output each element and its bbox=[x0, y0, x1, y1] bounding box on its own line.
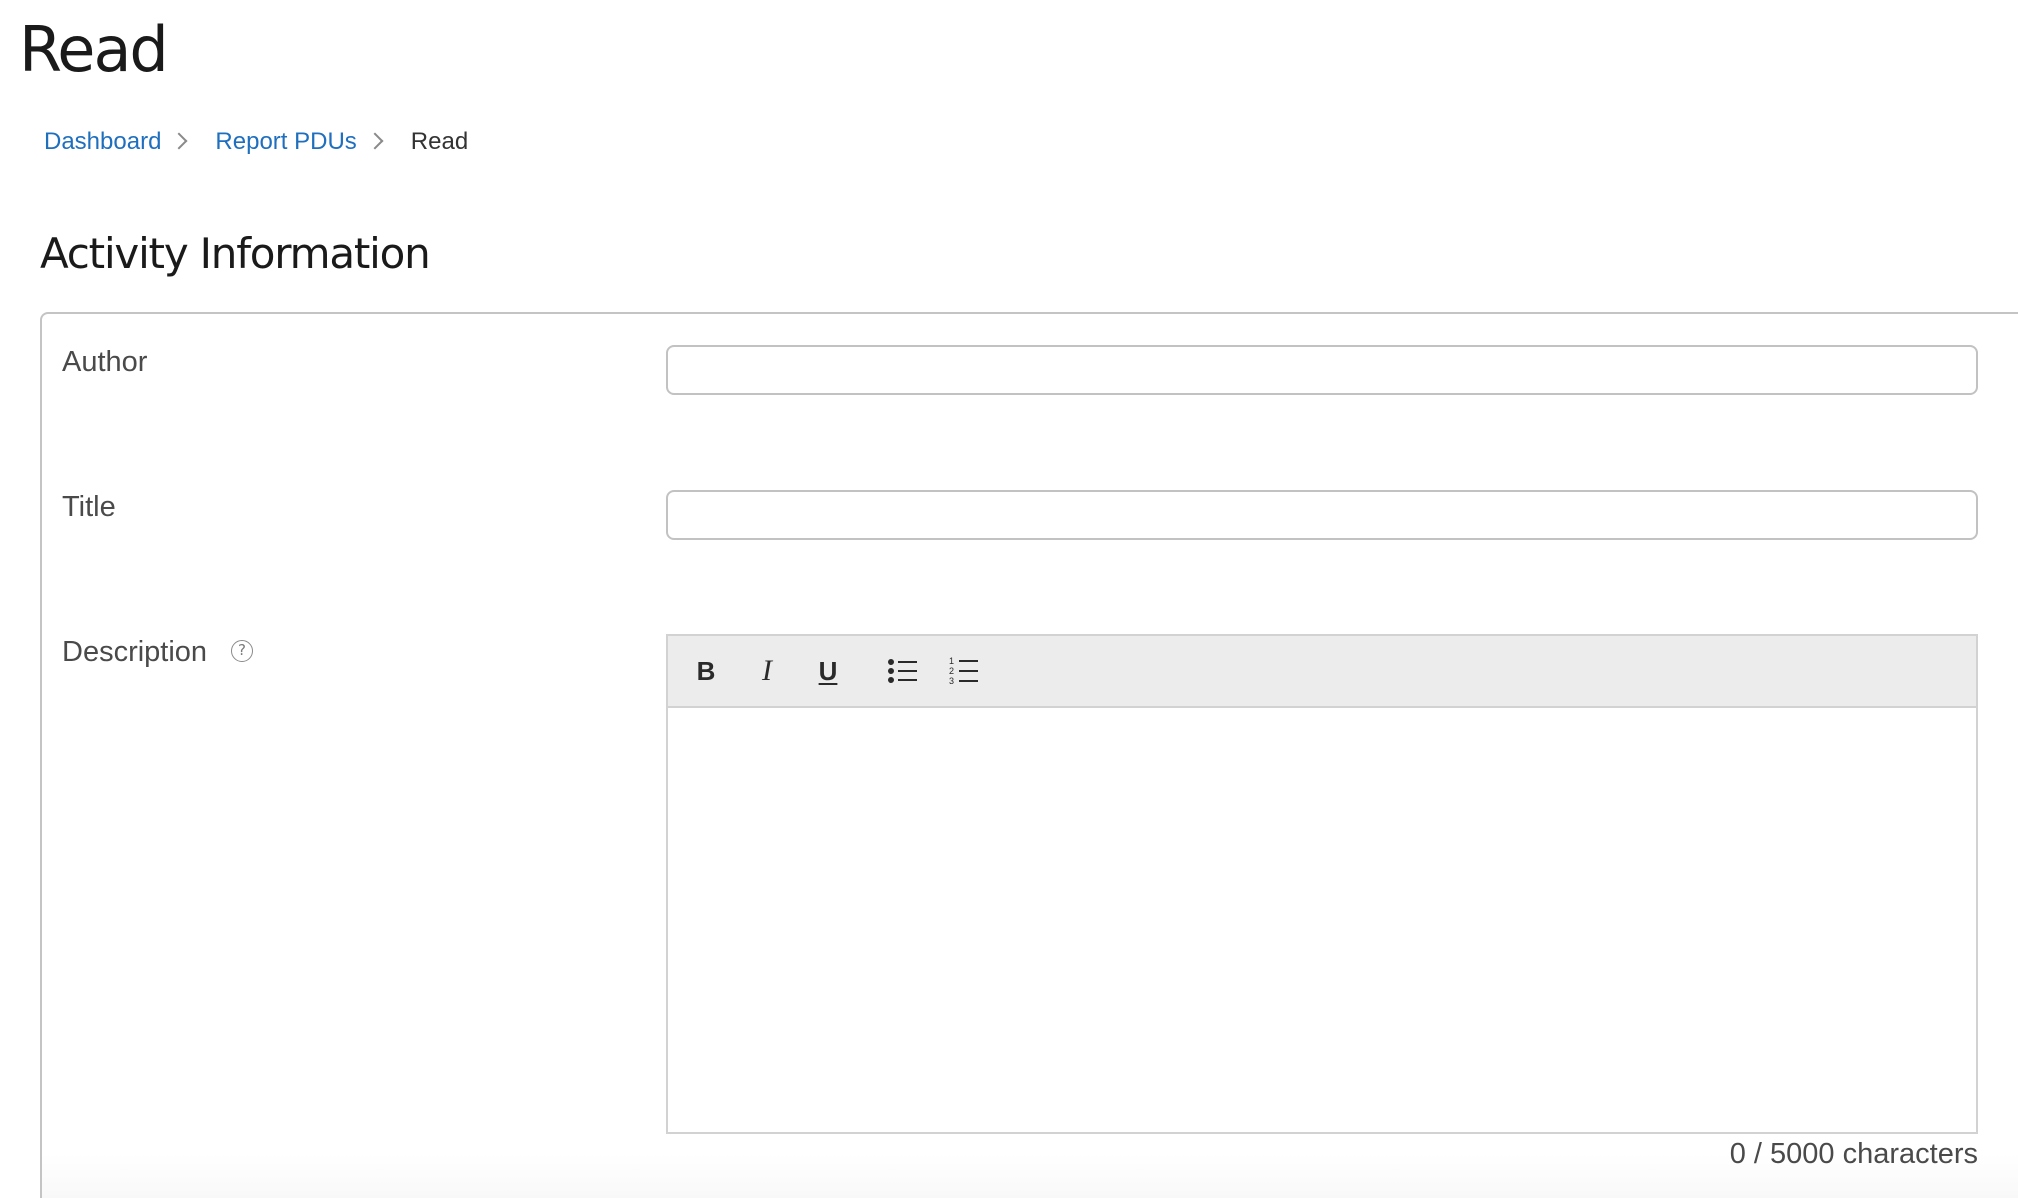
breadcrumb-link-report-pdus[interactable]: Report PDUs bbox=[215, 126, 356, 158]
char-count-separator: / bbox=[1745, 1138, 1771, 1170]
section-title: Activity Information bbox=[40, 229, 431, 278]
numbered-list-icon: 1 2 3 bbox=[949, 656, 978, 686]
breadcrumb-current: Read bbox=[410, 128, 469, 155]
char-count-suffix: characters bbox=[1834, 1138, 1978, 1170]
char-count-current: 0 bbox=[1729, 1138, 1746, 1170]
bulleted-list-icon bbox=[888, 659, 917, 683]
author-input[interactable] bbox=[666, 345, 1978, 395]
chevron-right-icon bbox=[366, 132, 384, 150]
author-label: Author bbox=[62, 346, 148, 378]
bulleted-list-button[interactable] bbox=[879, 647, 927, 695]
question-circle-icon[interactable]: ? bbox=[231, 640, 253, 662]
svg-text:3: 3 bbox=[949, 676, 954, 686]
page: Read Dashboard Report PDUs Read Activity… bbox=[0, 0, 2018, 1198]
chevron-right-icon bbox=[170, 132, 188, 150]
numbered-list-button[interactable]: 1 2 3 bbox=[940, 647, 988, 695]
bold-button[interactable]: B bbox=[682, 647, 730, 695]
description-editor: B I U 1 2 3 bbox=[666, 634, 1978, 1134]
svg-text:2: 2 bbox=[949, 666, 954, 676]
title-label: Title bbox=[62, 491, 116, 523]
description-label: Description bbox=[62, 636, 208, 668]
page-title: Read bbox=[19, 13, 169, 86]
editor-toolbar: B I U 1 2 3 bbox=[668, 636, 1976, 708]
svg-text:1: 1 bbox=[949, 656, 954, 666]
character-counter: 0 / 5000 characters bbox=[1730, 1136, 1978, 1172]
breadcrumb-link-dashboard[interactable]: Dashboard bbox=[44, 126, 161, 158]
description-textarea[interactable] bbox=[668, 708, 1976, 1132]
italic-button[interactable]: I bbox=[743, 647, 791, 695]
char-count-max: 5000 bbox=[1770, 1138, 1835, 1170]
title-input[interactable] bbox=[666, 490, 1978, 540]
underline-button[interactable]: U bbox=[804, 647, 852, 695]
breadcrumb: Dashboard Report PDUs Read bbox=[44, 126, 468, 158]
